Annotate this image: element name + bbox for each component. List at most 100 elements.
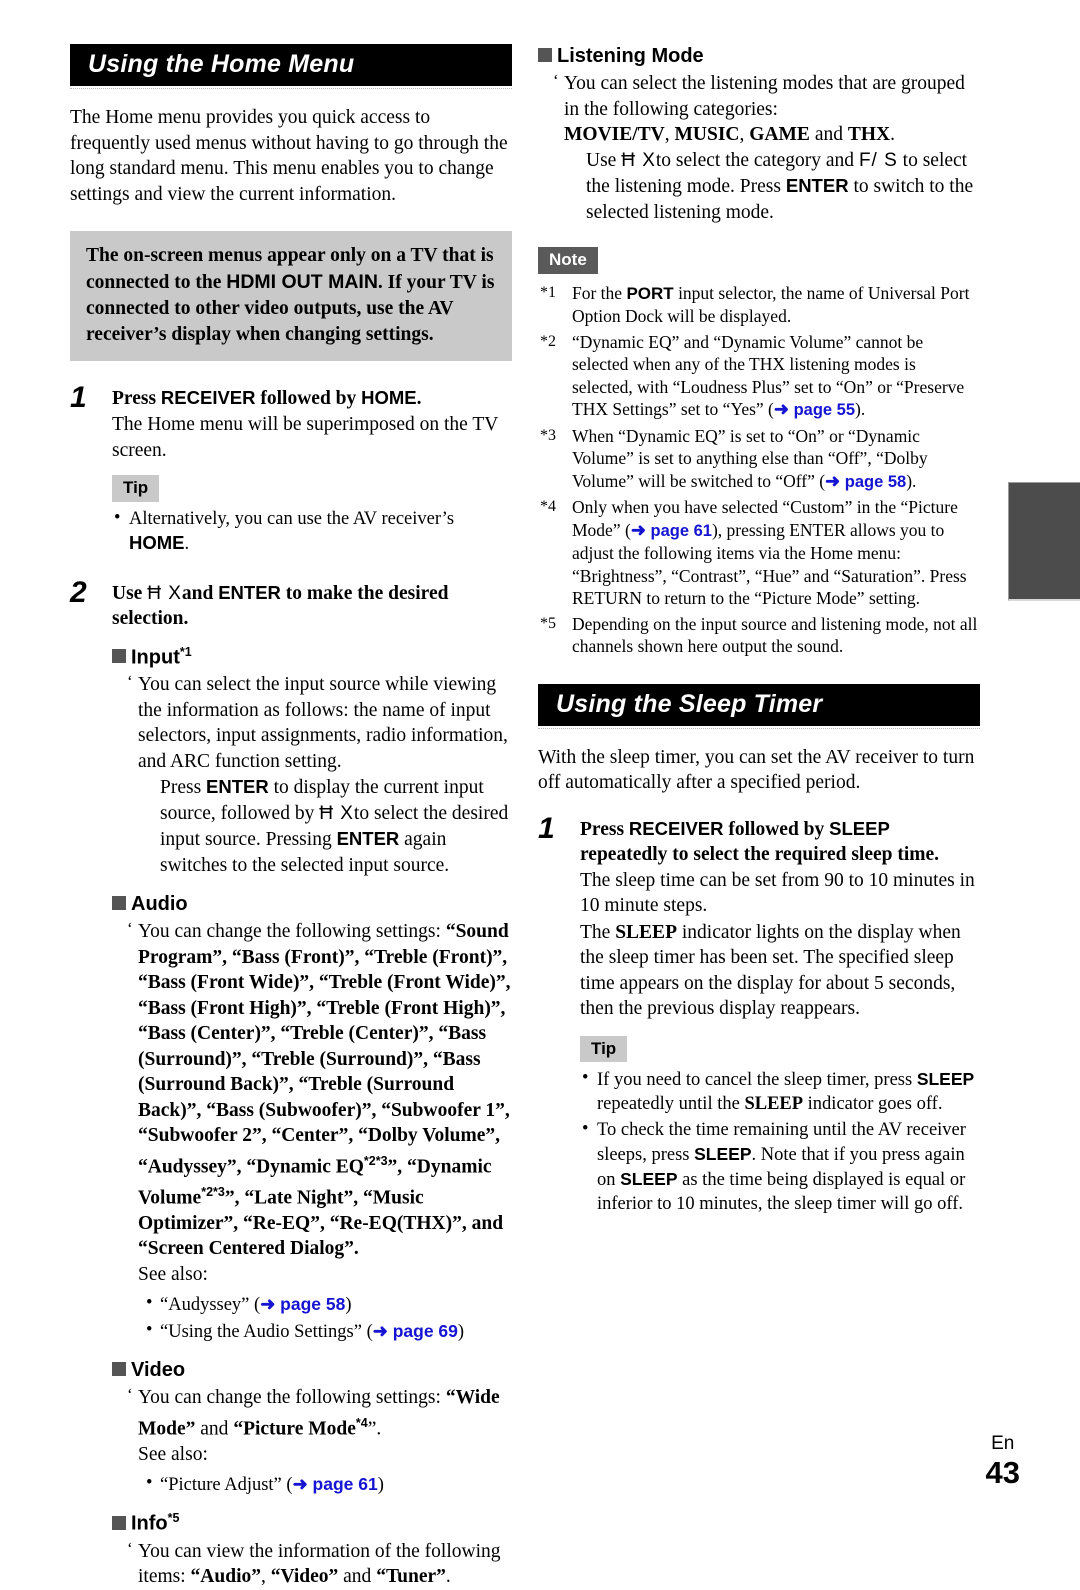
info-description: ‘You can view the information of the fol…	[127, 1539, 512, 1590]
audio-link-audio-settings: “Using the Audio Settings” (➜ page 69)	[138, 1318, 512, 1344]
arrow-right-icon: ➜	[372, 1321, 388, 1342]
video-link-picture-adjust: “Picture Adjust” (➜ page 61)	[138, 1471, 512, 1497]
info-footnote-ref: *5	[167, 1511, 180, 1526]
audio-link2-text: “Using the Audio Settings” (	[160, 1322, 373, 1343]
category-music: MUSIC	[674, 124, 740, 145]
sleep-indicator-key: SLEEP	[615, 921, 677, 943]
manual-page: Using the Home Menu The Home menu provid…	[0, 0, 1080, 1587]
step-1: 1 Press RECEIVER followed by HOME. The H…	[70, 381, 512, 556]
sleep-key-tip1b: SLEEP	[744, 1094, 804, 1115]
tip-bullet-b: .	[184, 533, 190, 554]
video-see-also-list: “Picture Adjust” (➜ page 61)	[138, 1471, 512, 1497]
receiver-key-sleep: RECEIVER	[628, 817, 724, 839]
listening-mode-inner: Use Ħ Xto select the category and F/ S t…	[586, 148, 980, 226]
note-5-a: Depending on the input source and listen…	[572, 613, 978, 657]
audio-link1-text: “Audyssey” (	[160, 1295, 261, 1316]
home-key: HOME	[361, 387, 417, 408]
page-link-55-label: page 55	[793, 401, 856, 420]
sleep-tip1-a: If you need to cancel the sleep timer, p…	[597, 1070, 917, 1091]
video-see-also-label: See also:	[138, 1443, 208, 1465]
sleep-section-title: Using the Sleep Timer	[538, 683, 980, 726]
cat-sep-1: ,	[664, 124, 675, 145]
lm-inner-b: to select the category and	[655, 149, 859, 171]
sleep-key: SLEEP	[829, 817, 890, 839]
enter-key-input-2: ENTER	[336, 828, 400, 850]
heading-video: Video	[112, 1358, 512, 1382]
page-link-69[interactable]: ➜ page 69	[373, 1321, 458, 1341]
page-link-61-label: page 61	[312, 1474, 378, 1495]
step-1-tip-block: Tip Alternatively, you can use the AV re…	[112, 475, 512, 556]
tip-bullets: Alternatively, you can use the AV receiv…	[112, 506, 512, 556]
lm-inner-a: Use	[586, 149, 622, 171]
note-item-1: *1 For the PORT input selector, the name …	[538, 282, 980, 328]
page-link-58[interactable]: ➜ page 58	[260, 1294, 345, 1314]
callout-hdmi-label: HDMI OUT MAIN	[226, 271, 378, 293]
note-item-3: *3 When “Dynamic EQ” is set to “On” or “D…	[538, 425, 980, 494]
sleep-key-tip2a: SLEEP	[694, 1144, 752, 1165]
heading-video-label: Video	[131, 1359, 186, 1382]
step-2-number: 2	[70, 575, 87, 609]
input-inner-text: Press ENTER to display the current input…	[160, 774, 512, 878]
note-mark-4: *4	[540, 498, 556, 516]
video-see-also-block: See also: “Picture Adjust” (➜ page 61)	[138, 1442, 512, 1498]
step-2-title: Use Ħ Xand ENTER to make the desired sel…	[112, 580, 512, 631]
page-link-61[interactable]: ➜ page 61	[293, 1474, 378, 1494]
step-1-number: 1	[70, 381, 87, 414]
note-item-4: *4 Only when you have selected “Custom” i…	[538, 496, 980, 610]
note-mark-1: *1	[540, 283, 556, 301]
heading-listening-mode-label: Listening Mode	[557, 45, 704, 67]
cat-sep-3: and	[809, 124, 848, 145]
arrow-right-icon: ➜	[260, 1294, 276, 1315]
step-1-title: Press RECEIVER followed by HOME.	[112, 385, 512, 411]
sleep-tip1-c: indicator goes off.	[803, 1094, 943, 1115]
step-1-title-a: Press	[112, 388, 161, 409]
tip-label: Tip	[112, 475, 160, 502]
left-column: Using the Home Menu The Home menu provid…	[70, 44, 512, 1590]
home-key-tip: HOME	[129, 531, 185, 553]
note-mark-2: *2	[540, 332, 556, 350]
input-desc-text: You can select the input source while vi…	[138, 674, 508, 772]
page-link-58-note[interactable]: ➜ page 58	[825, 471, 906, 491]
note-mark-5: *5	[540, 614, 556, 632]
note-2-a: “Dynamic EQ” and “Dynamic Volume” cannot…	[572, 331, 965, 420]
step-2-title-a: Use	[112, 582, 148, 604]
arrow-right-icon: ➜	[773, 399, 789, 420]
quote-mark-icon: ‘	[127, 919, 133, 939]
page-link-55[interactable]: ➜ page 55	[773, 399, 856, 420]
quote-mark-icon: ‘	[553, 71, 559, 90]
page-footer: En 43	[986, 1433, 1020, 1490]
video-link-text: “Picture Adjust” (	[160, 1475, 293, 1496]
square-bullet-icon	[112, 1362, 126, 1377]
square-bullet-icon	[112, 1515, 126, 1530]
audio-see-also-list: “Audyssey” (➜ page 58) “Using the Audio …	[138, 1291, 512, 1344]
page-link-58-label: page 58	[280, 1294, 346, 1315]
audio-description: ‘You can change the following settings: …	[127, 919, 512, 1262]
audio-desc-lead: You can change the following settings:	[138, 921, 446, 943]
leftright-arrow-icon-lm: F/ S	[858, 149, 898, 171]
square-bullet-icon	[112, 896, 126, 911]
sleep-step-1: 1 Press RECEIVER followed by SLEEP repea…	[538, 811, 980, 1217]
sleep-step-1-number: 1	[538, 811, 555, 845]
paren-close: )	[345, 1295, 352, 1316]
receiver-key: RECEIVER	[160, 387, 256, 408]
page-link-61-note[interactable]: ➜ page 61	[630, 519, 712, 540]
section-banner-sleep-timer: Using the Sleep Timer	[538, 683, 980, 729]
quote-mark-icon: ‘	[127, 1538, 133, 1558]
note-block: Note *1 For the PORT input selector, the …	[538, 247, 980, 658]
note-2-b: ).	[855, 399, 866, 420]
sleep-key-tip1a: SLEEP	[916, 1069, 975, 1090]
category-thx: THX	[847, 124, 891, 145]
arrow-right-icon: ➜	[630, 519, 646, 540]
input-description: ‘You can select the input source while v…	[127, 672, 512, 878]
section-title: Using the Home Menu	[70, 44, 512, 86]
square-bullet-icon	[538, 48, 552, 62]
sleep-step-1-body-1: The sleep time can be set from 90 to 10 …	[580, 869, 975, 917]
info-item-tuner: “Tuner”	[376, 1566, 446, 1588]
step-2-title-b: and	[181, 582, 219, 604]
quote-mark-icon: ‘	[127, 672, 133, 692]
sleep-intro-paragraph: With the sleep timer, you can set the AV…	[538, 746, 975, 794]
sleep-tip-item-2: To check the time remaining until the AV…	[580, 1117, 980, 1216]
callout-box: The on-screen menus appear only on a TV …	[70, 231, 512, 361]
cat-end: .	[890, 124, 895, 145]
thumb-index-tab	[1008, 482, 1080, 601]
